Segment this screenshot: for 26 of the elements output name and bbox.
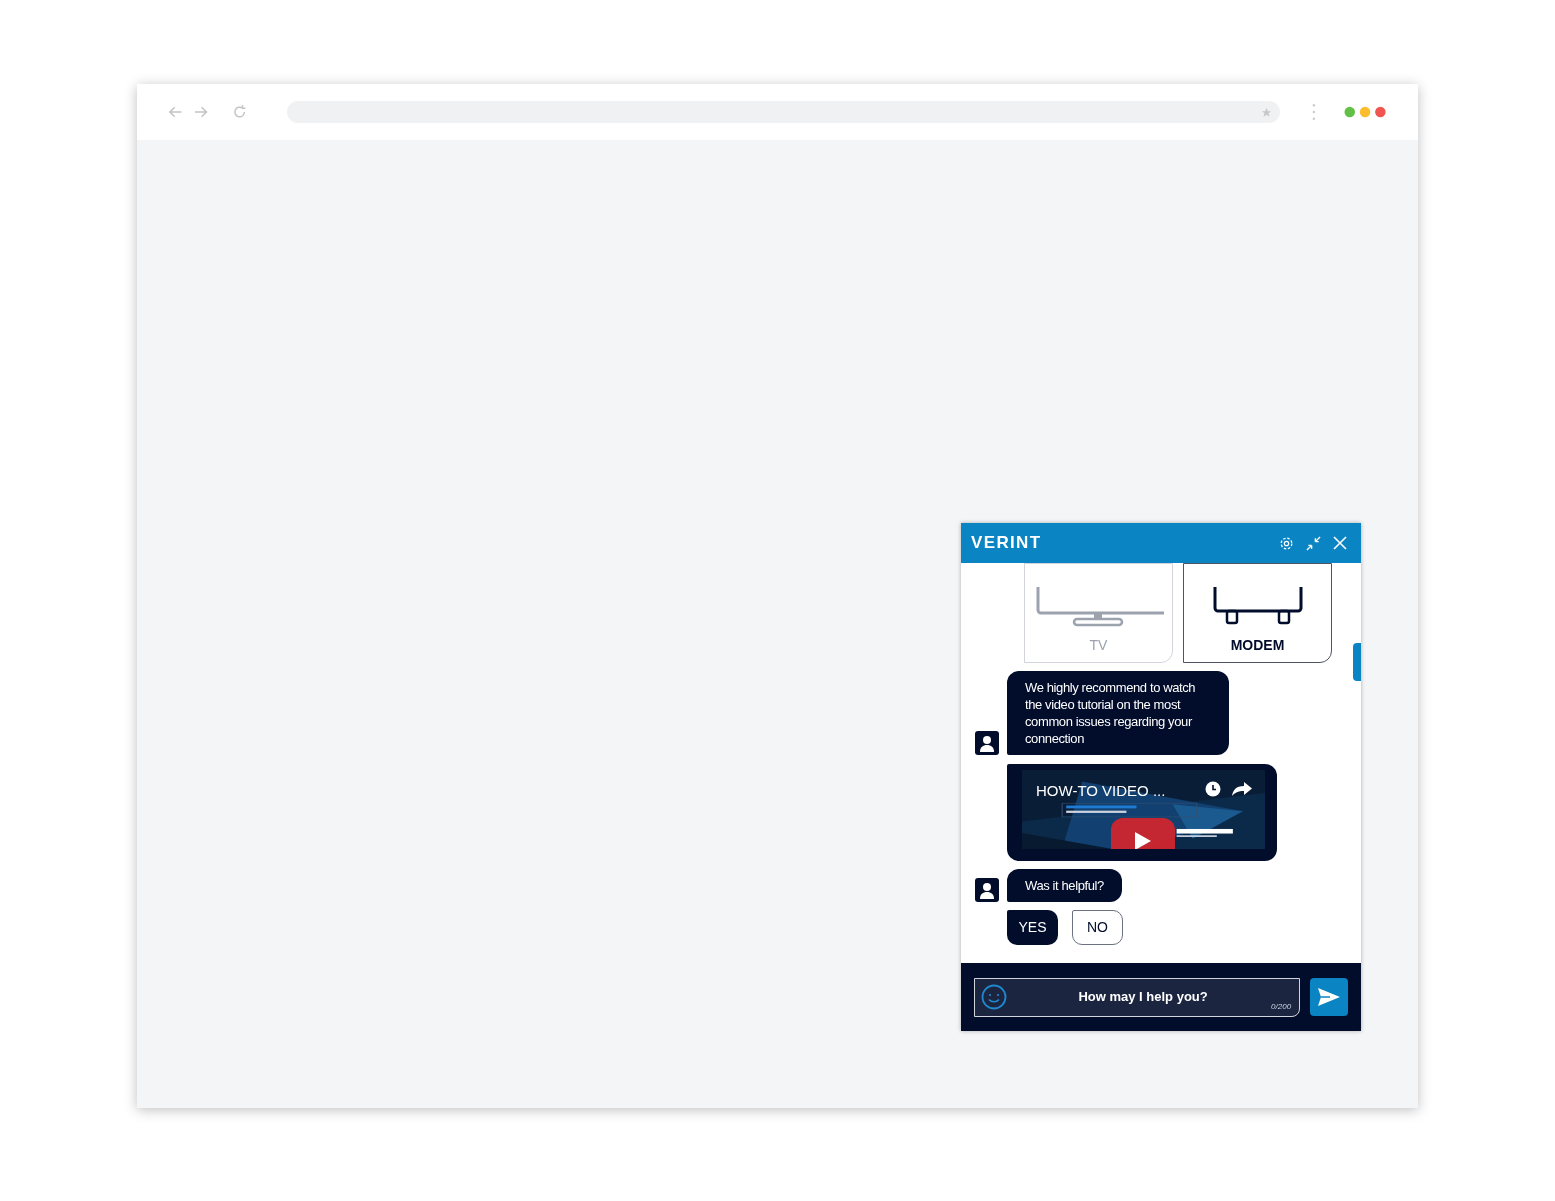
star-icon[interactable] xyxy=(1261,106,1273,118)
minimize-icon[interactable] xyxy=(1306,535,1321,551)
brand-logo: VERINT xyxy=(971,532,1042,555)
quick-reply-button[interactable]: NO xyxy=(1072,910,1123,945)
character-counter: 0/200 xyxy=(1271,1000,1292,1013)
video-title: HOW-TO VIDEO ... xyxy=(1036,781,1166,801)
option-label: MODEM xyxy=(1230,636,1285,655)
modem-icon xyxy=(1212,587,1303,627)
option-label: TV xyxy=(1089,636,1108,655)
clock-icon[interactable] xyxy=(1205,781,1221,797)
scrollbar-handle[interactable] xyxy=(1353,643,1361,681)
play-icon xyxy=(1135,831,1151,849)
agent-avatar-icon xyxy=(975,878,999,902)
send-icon xyxy=(1318,988,1341,1006)
settings-icon[interactable] xyxy=(1279,535,1294,551)
agent-message: Was it helpful? xyxy=(1007,869,1122,902)
send-button[interactable] xyxy=(1310,978,1348,1016)
option-card[interactable]: MODEM xyxy=(1183,563,1332,663)
window-controls-icon[interactable] xyxy=(1343,106,1386,118)
agent-avatar-icon xyxy=(975,731,999,755)
share-icon[interactable] xyxy=(1232,782,1252,796)
quick-reply-button[interactable]: YES xyxy=(1007,910,1058,945)
agent-message: We highly recommend to watch the video tutorial on the most common issues regarding your connection xyxy=(1007,671,1229,755)
close-icon[interactable] xyxy=(1333,536,1347,550)
emoji-icon[interactable] xyxy=(981,984,1007,1010)
message-input[interactable]: How may I help you? 0/200 xyxy=(974,977,1301,1017)
